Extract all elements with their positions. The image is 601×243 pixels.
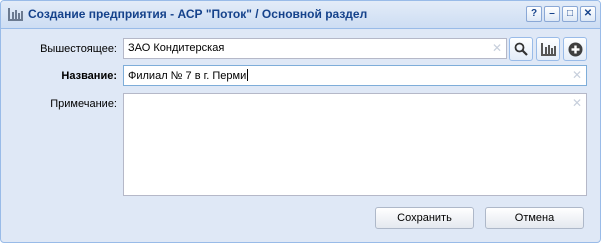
help-button[interactable]: ?: [526, 6, 542, 22]
form-body: Вышестоящее: ЗАО Кондитерская ✕ Название…: [7, 33, 594, 236]
title-bar[interactable]: Создание предприятия - АСР "Поток" / Осн…: [1, 1, 600, 29]
clear-icon[interactable]: ✕: [492, 41, 502, 55]
parent-value: ЗАО Кондитерская: [128, 42, 225, 54]
note-label: Примечание:: [50, 98, 117, 110]
parent-label: Вышестоящее:: [40, 43, 117, 55]
window-icon: [8, 8, 23, 21]
add-button[interactable]: [563, 37, 587, 61]
close-button[interactable]: ✕: [580, 6, 596, 22]
dialog-window: Создание предприятия - АСР "Поток" / Осн…: [0, 0, 601, 243]
hierarchy-icon: [540, 42, 556, 56]
hierarchy-button[interactable]: [536, 37, 560, 61]
name-label: Название:: [61, 70, 117, 82]
search-icon: [514, 42, 528, 56]
maximize-button[interactable]: □: [562, 6, 578, 22]
minimize-button[interactable]: –: [544, 6, 560, 22]
note-field[interactable]: ✕: [123, 93, 587, 196]
text-cursor: [247, 69, 249, 81]
window-title: Создание предприятия - АСР "Поток" / Осн…: [28, 7, 368, 21]
parent-field[interactable]: ЗАО Кондитерская ✕: [123, 38, 507, 59]
add-icon: [568, 42, 582, 56]
clear-icon[interactable]: ✕: [572, 68, 582, 82]
name-value: Филиал № 7 в г. Перми: [128, 70, 247, 82]
name-field[interactable]: Филиал № 7 в г. Перми ✕: [123, 65, 587, 86]
search-button[interactable]: [509, 37, 533, 61]
save-button[interactable]: Сохранить: [375, 207, 474, 229]
cancel-button[interactable]: Отмена: [485, 207, 584, 229]
clear-icon[interactable]: ✕: [572, 96, 582, 110]
